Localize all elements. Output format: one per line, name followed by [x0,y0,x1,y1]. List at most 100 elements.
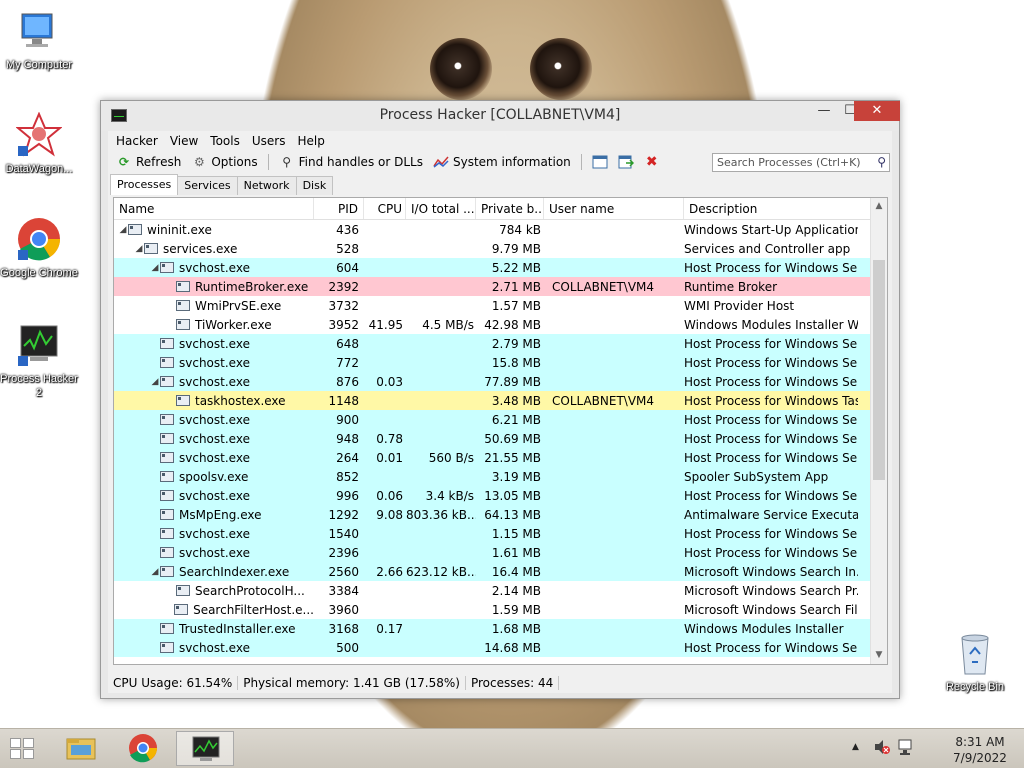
table-row[interactable]: ◢ services.exe 528 9.79 MB Services and Cont… [114,239,887,258]
tree-expand-icon[interactable]: ◢ [150,263,160,273]
table-row[interactable]: svchost.exe 648 2.79 MB Host Process for Wi… [114,334,887,353]
window-titlebar[interactable]: Process Hacker [COLLABNET\VM4] — ☐ ✕ [101,101,900,131]
search-input[interactable]: Search Processes (Ctrl+K) ⚲ [712,153,890,172]
tree-expand-icon[interactable]: ◢ [118,225,128,235]
menu-help[interactable]: Help [291,134,330,148]
minimize-button[interactable]: — [811,101,837,121]
menu-users[interactable]: Users [246,134,292,148]
table-row[interactable]: svchost.exe 1540 1.15 MB Host Process for W… [114,524,887,543]
table-row[interactable]: taskhostex.exe 1148 3.48 MB COLLABNET\VM4 Ho… [114,391,887,410]
process-name-cell: ◢ SearchIndexer.exe [114,565,314,579]
table-row[interactable]: SearchProtocolH... 3384 2.14 MB Microsoft W… [114,581,887,600]
vertical-scrollbar[interactable]: ▲ ▼ [870,198,887,664]
table-row[interactable]: TiWorker.exe 3952 41.95 4.5 MB/s 42.98 MB Win… [114,315,887,334]
desktop-icon-datawagon[interactable]: DataWagon... [0,111,81,176]
process-pid: 500 [336,640,359,655]
desktop-icon-google-chrome[interactable]: Google Chrome [0,216,81,280]
network-icon[interactable] [897,738,915,759]
table-row[interactable]: MsMpEng.exe 1292 9.08 803.36 kB... 64.13 MB A… [114,505,887,524]
process-name-cell: WmiPrvSE.exe [114,299,314,313]
status-process-count: Processes: 44 [466,675,560,690]
table-row[interactable]: RuntimeBroker.exe 2392 2.71 MB COLLABNET\VM… [114,277,887,296]
table-row[interactable]: svchost.exe 500 14.68 MB Host Process for W… [114,638,887,657]
system-information-label: System information [452,155,571,169]
desktop-icon-process-hacker[interactable]: Process Hacker 2 [0,322,81,400]
desktop-icon-recycle-bin[interactable]: Recycle Bin [933,630,1017,694]
process-name: svchost.exe [179,431,250,446]
table-row[interactable]: ◢ svchost.exe 604 5.22 MB Host Process for W… [114,258,887,277]
show-hidden-icons-icon[interactable]: ▲ [852,742,859,752]
refresh-icon: ⟳ [118,155,130,169]
taskbar-file-explorer[interactable] [52,731,110,766]
process-name-cell: svchost.exe [114,641,314,655]
tab-network[interactable]: Network [236,176,297,195]
menu-tools[interactable]: Tools [204,134,246,148]
tab-services[interactable]: Services [177,176,238,195]
computer-icon [16,8,62,54]
column-cpu[interactable]: CPU [364,198,406,219]
table-row[interactable]: WmiPrvSE.exe 3732 1.57 MB WMI Provider Host [114,296,887,315]
graph-icon [433,155,449,169]
column-name[interactable]: Name [114,198,314,219]
column-pid[interactable]: PID [314,198,364,219]
menu-view[interactable]: View [164,134,204,148]
tree-expand-icon[interactable]: ◢ [134,244,144,254]
table-row[interactable]: svchost.exe 264 0.01 560 B/s 21.55 MB Host Pr… [114,448,887,467]
window-button[interactable] [588,152,612,172]
desktop-icon-my-computer[interactable]: My Computer [0,8,81,72]
taskbar-google-chrome[interactable] [114,731,172,766]
process-name-cell: MsMpEng.exe [114,508,314,522]
process-name-cell: TiWorker.exe [114,318,314,332]
process-io-total: 560 B/s [428,450,474,465]
process-private-bytes: 42.98 MB [484,317,541,332]
refresh-button[interactable]: ⟳ Refresh [112,152,185,172]
table-row[interactable]: svchost.exe 996 0.06 3.4 kB/s 13.05 MB Host P… [114,486,887,505]
table-row[interactable]: spoolsv.exe 852 3.19 MB Spooler SubSystem A… [114,467,887,486]
tab-processes[interactable]: Processes [110,174,179,195]
column-description[interactable]: Description [684,198,871,219]
options-label: Options [211,155,258,169]
taskbar-clock[interactable]: 8:31 AM 7/9/2022 [952,734,1008,766]
process-hacker-icon [16,322,62,368]
process-pid: 1540 [328,526,359,541]
scroll-down-icon[interactable]: ▼ [871,647,887,664]
table-row[interactable]: svchost.exe 948 0.78 50.69 MB Host Process f… [114,429,887,448]
process-cpu: 9.08 [376,507,403,522]
status-cpu-usage: CPU Usage: 61.54% [108,675,239,690]
table-row[interactable]: TrustedInstaller.exe 3168 0.17 1.68 MB Windo… [114,619,887,638]
table-row[interactable]: svchost.exe 2396 1.61 MB Host Process for W… [114,543,887,562]
terminate-button[interactable]: ✖ [640,152,664,172]
tree-expand-icon[interactable]: ◢ [150,567,160,577]
table-row[interactable]: svchost.exe 900 6.21 MB Host Process for Wi… [114,410,887,429]
desktop-icon-label: Google Chrome [0,267,78,279]
scroll-up-icon[interactable]: ▲ [871,198,887,215]
volume-muted-icon[interactable] [874,738,890,759]
column-io-total[interactable]: I/O total ... [406,198,476,219]
menu-hacker[interactable]: Hacker [110,134,164,148]
column-private-bytes[interactable]: Private b... [476,198,544,219]
tree-expand-icon[interactable]: ◢ [150,377,160,387]
process-icon [174,604,189,615]
find-handles-button[interactable]: ⚲ Find handles or DLLs [275,152,427,172]
tab-disk[interactable]: Disk [295,176,334,195]
process-name: TrustedInstaller.exe [179,621,296,636]
process-name-cell: svchost.exe [114,546,314,560]
table-row[interactable]: svchost.exe 772 15.8 MB Host Process for Wi… [114,353,887,372]
table-row[interactable]: ◢ wininit.exe 436 784 kB Windows Start-Up Ap… [114,220,887,239]
process-private-bytes: 1.61 MB [491,545,541,560]
options-button[interactable]: ⚙ Options [187,152,261,172]
scrollbar-thumb[interactable] [873,260,885,480]
process-icon [176,319,190,330]
go-window-button[interactable] [614,152,638,172]
close-button[interactable]: ✕ [854,101,900,121]
column-user-name[interactable]: User name [544,198,684,219]
start-button[interactable] [10,738,36,760]
process-name-cell: RuntimeBroker.exe [114,280,314,294]
table-row[interactable]: ◢ svchost.exe 876 0.03 77.89 MB Host Process … [114,372,887,391]
taskbar-process-hacker[interactable] [176,731,234,766]
process-pid: 772 [336,355,359,370]
table-row[interactable]: ◢ SearchIndexer.exe 2560 2.66 623.12 kB... 16… [114,562,887,581]
system-information-button[interactable]: System information [429,152,575,172]
process-private-bytes: 1.15 MB [491,526,541,541]
table-row[interactable]: SearchFilterHost.e... 3960 1.59 MB Microsof… [114,600,887,619]
